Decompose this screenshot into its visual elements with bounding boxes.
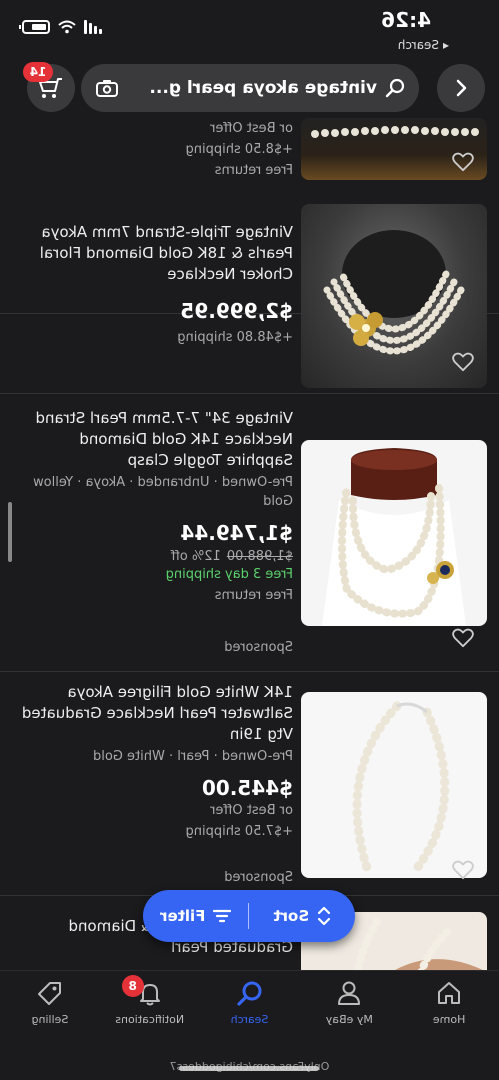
results-list: or Best Offer +$8.50 shipping Free retur… [0, 118, 499, 970]
cart-count-badge: 14 [23, 62, 53, 82]
watchlist-heart-icon[interactable] [452, 152, 474, 172]
watchlist-heart-icon[interactable] [452, 352, 474, 372]
best-offer-text: or Best Offer [210, 121, 293, 136]
watchlist-heart-icon[interactable] [452, 628, 474, 648]
listing-title[interactable]: Vintage 34" 7-7.5mm Pearl Strand Necklac… [14, 408, 293, 471]
watchlist-heart-icon[interactable] [452, 860, 474, 880]
wifi-icon [58, 20, 76, 34]
status-bar: 4:26 ◂Search [0, 0, 499, 60]
filter-label: Filter [160, 907, 206, 925]
listing-price: $445.00 [201, 776, 293, 800]
search-input[interactable]: vintage akoya pearl g... [81, 64, 419, 112]
chevron-left-icon [456, 79, 467, 97]
signal-icon [84, 20, 102, 34]
sort-arrows-icon [317, 906, 331, 926]
sponsored-label: Sponsored [224, 640, 293, 655]
search-header: vintage akoya pearl g... 14 [0, 62, 499, 118]
tab-home-label: Home [432, 1013, 466, 1026]
listing-image[interactable] [301, 692, 487, 878]
bottom-nav: Home My eBay Search Notifications 8 Sell… [0, 970, 499, 1046]
back-app-label: Search [397, 38, 439, 52]
list-item[interactable]: Vintage 34" 7-7.5mm Pearl Strand Necklac… [0, 402, 499, 672]
sort-button[interactable]: Sort [250, 906, 356, 926]
tab-notifications[interactable]: Notifications 8 [100, 971, 200, 1046]
tab-home[interactable]: Home [399, 971, 499, 1046]
search-icon [385, 78, 405, 98]
original-price: $1,988.00 [226, 549, 293, 564]
home-icon [438, 982, 461, 1004]
back-to-app-link[interactable]: ◂Search [398, 38, 449, 52]
person-icon [338, 981, 361, 1005]
tab-my-ebay[interactable]: My eBay [299, 971, 399, 1046]
tab-selling[interactable]: Selling [0, 971, 100, 1046]
sponsored-label: Sponsored [224, 870, 293, 885]
best-offer-text: or Best Offer [210, 803, 293, 818]
search-icon [236, 981, 262, 1006]
back-button[interactable] [437, 64, 485, 112]
tab-notifications-label: Notifications [115, 1013, 185, 1026]
tag-icon [37, 982, 61, 1005]
listing-image[interactable] [301, 440, 487, 626]
back-chevron-icon: ◂ [442, 38, 449, 52]
discount-text: 12% off [170, 549, 221, 564]
tab-search-label: Search [230, 1013, 269, 1026]
listing-title[interactable]: Vintage Triple-Strand 7mm Akoya Pearls &… [14, 222, 293, 285]
list-item[interactable]: Vintage Triple-Strand 7mm Akoya Pearls &… [0, 194, 499, 394]
tab-selling-label: Selling [31, 1013, 69, 1026]
camera-icon[interactable] [95, 78, 119, 98]
listing-title[interactable]: 14K White Gold Filigree Akoya Saltwater … [14, 682, 293, 745]
sort-label: Sort [273, 907, 310, 925]
shipping-text: +$7.50 shipping [185, 824, 293, 839]
filter-lines-icon [213, 909, 232, 923]
battery-icon [22, 20, 50, 34]
listing-attributes: Pre-Owned · Unbranded · Akoya · Yellow G… [33, 475, 293, 509]
pearl-necklace-image [352, 701, 450, 873]
listing-price: $2,999.95 [180, 299, 293, 323]
free-shipping-text: Free 3 day shipping [165, 567, 293, 582]
clock: 4:26 [381, 8, 431, 32]
returns-text: Free returns [214, 588, 293, 603]
search-query: vintage akoya pearl g... [149, 78, 377, 98]
system-icons [22, 20, 102, 34]
filter-button[interactable]: Filter [143, 907, 249, 925]
sort-filter-pill: Sort Filter [143, 890, 355, 942]
listing-price: $1,749.44 [180, 521, 293, 545]
list-item[interactable]: 14K White Gold Filigree Akoya Saltwater … [0, 674, 499, 896]
home-indicator[interactable] [179, 1066, 319, 1071]
tab-my-ebay-label: My eBay [325, 1013, 373, 1026]
original-price-row: $1,988.00 12% off [14, 549, 293, 564]
tab-search[interactable]: Search [200, 971, 300, 1046]
pearl-strand-image [322, 448, 466, 626]
returns-text: Free returns [214, 163, 293, 178]
scrollbar-thumb[interactable] [8, 502, 12, 562]
shipping-text: +$8.50 shipping [185, 142, 293, 157]
watermark-bar: OnlyFans.com/chibigoddess7 [0, 1046, 499, 1080]
divider [248, 903, 250, 929]
notifications-count-badge: 8 [121, 975, 144, 997]
listing-attributes: Pre-Owned · Pearl · White Gold [93, 749, 293, 764]
shipping-text: +$48.80 shipping [177, 330, 293, 345]
